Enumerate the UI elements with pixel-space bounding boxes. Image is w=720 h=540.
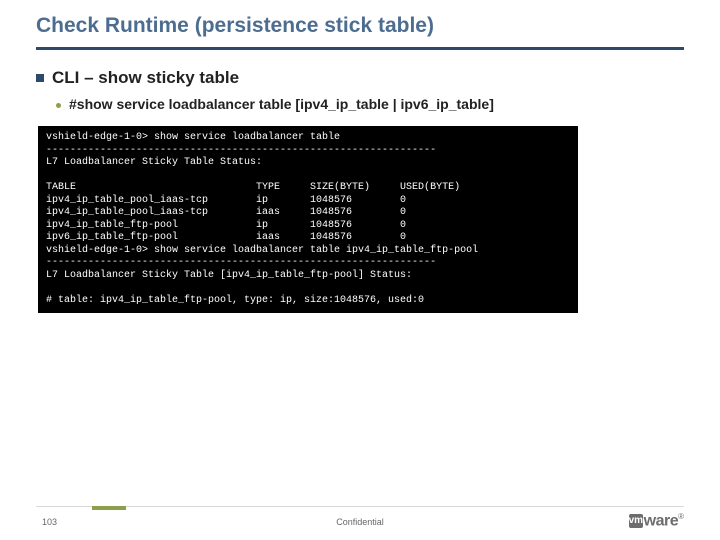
- registered-icon: ®: [678, 512, 684, 521]
- footer: 103 Confidential vmware®: [0, 506, 720, 540]
- dot-bullet-icon: [56, 103, 61, 108]
- logo-vm-box: vm: [629, 514, 643, 528]
- footer-divider: [36, 506, 684, 507]
- confidential-label: Confidential: [0, 517, 720, 527]
- bullet-level-1: CLI – show sticky table: [36, 68, 684, 88]
- bullet-level-2: #show service loadbalancer table [ipv4_i…: [56, 96, 684, 112]
- vmware-logo: vmware®: [629, 512, 684, 530]
- bullet-2-text: #show service loadbalancer table [ipv4_i…: [69, 96, 494, 112]
- slide-title: Check Runtime (persistence stick table): [0, 0, 720, 44]
- footer-accent-icon: [92, 506, 126, 510]
- bullet-1-text: CLI – show sticky table: [52, 68, 239, 88]
- logo-ware-text: ware: [644, 512, 678, 529]
- square-bullet-icon: [36, 74, 44, 82]
- content-area: CLI – show sticky table #show service lo…: [0, 50, 720, 313]
- terminal-output: vshield-edge-1-0> show service loadbalan…: [38, 126, 578, 313]
- slide: Check Runtime (persistence stick table) …: [0, 0, 720, 540]
